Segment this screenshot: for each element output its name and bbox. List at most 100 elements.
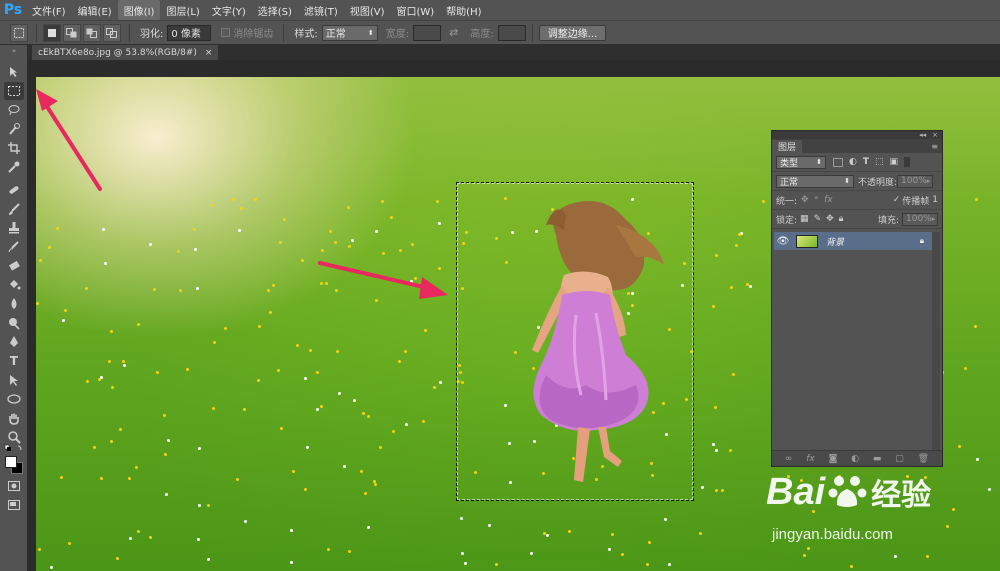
swap-icon[interactable]: ⇄ bbox=[449, 26, 458, 39]
move-tool-icon[interactable] bbox=[4, 63, 24, 81]
collapse-panel-icon[interactable]: ◂◂ bbox=[919, 131, 926, 139]
lock-fill-row: 锁定: ▦ ✎ ✥ 🔒︎ 填充: 100% ▸ bbox=[772, 210, 942, 229]
spot-healing-tool-icon[interactable] bbox=[4, 181, 24, 199]
history-brush-tool-icon[interactable] bbox=[4, 238, 24, 256]
flower-speck bbox=[84, 287, 88, 291]
flower-speck bbox=[231, 198, 235, 202]
lock-all-icon[interactable]: 🔒︎ bbox=[839, 214, 844, 224]
fill-input[interactable]: 100% ▸ bbox=[902, 212, 938, 226]
ellipse-tool-icon[interactable] bbox=[4, 390, 24, 408]
flower-speck bbox=[135, 466, 139, 470]
style-select[interactable]: 正常 ⬍ bbox=[321, 24, 378, 41]
brush-tool-icon[interactable] bbox=[4, 200, 24, 218]
eyedropper-tool-icon[interactable] bbox=[4, 158, 24, 176]
filter-adjustment-icon[interactable]: ◐ bbox=[849, 157, 857, 167]
eye-icon[interactable]: 👁︎ bbox=[774, 236, 792, 247]
flower-speck bbox=[162, 413, 166, 417]
antialias-checkbox[interactable] bbox=[221, 28, 231, 37]
lock-transparency-icon[interactable]: ▦ bbox=[800, 214, 809, 224]
adjustment-layer-icon[interactable]: ◐ bbox=[851, 454, 859, 464]
opacity-input[interactable]: 100% ▸ bbox=[897, 174, 934, 188]
flower-speck bbox=[236, 478, 240, 482]
screen-mode-icon[interactable] bbox=[4, 496, 24, 514]
lock-pixels-icon[interactable]: ✎ bbox=[814, 214, 822, 224]
menu-type[interactable]: 文字(Y) bbox=[206, 0, 252, 20]
new-group-icon[interactable]: ▬ bbox=[873, 454, 882, 464]
filter-type-icon[interactable]: T bbox=[863, 157, 869, 167]
chevron-updown-icon: ⬍ bbox=[816, 158, 822, 166]
unify-style-icon[interactable]: fx bbox=[824, 195, 833, 205]
flower-speck bbox=[374, 230, 378, 234]
type-tool-icon[interactable]: T bbox=[4, 352, 24, 370]
blur-tool-icon[interactable] bbox=[4, 295, 24, 313]
flower-speck bbox=[645, 563, 649, 567]
height-input[interactable] bbox=[497, 24, 526, 41]
rectangular-marquee-tool-icon[interactable] bbox=[4, 82, 24, 100]
flower-speck bbox=[729, 285, 733, 289]
menu-edit[interactable]: 编辑(E) bbox=[72, 0, 118, 20]
filter-pixel-icon[interactable] bbox=[833, 157, 843, 167]
tab-layers[interactable]: 图层 bbox=[772, 140, 803, 153]
menu-layer[interactable]: 图层(L) bbox=[160, 0, 205, 20]
add-mask-icon[interactable]: ◙ bbox=[829, 454, 838, 464]
flower-speck bbox=[423, 328, 427, 332]
default-colors-icon[interactable] bbox=[4, 444, 24, 454]
filter-kind-select[interactable]: 类型 ⬍ bbox=[776, 155, 826, 169]
height-label: 高度: bbox=[470, 29, 494, 40]
quick-selection-tool-icon[interactable] bbox=[4, 120, 24, 138]
eraser-tool-icon[interactable] bbox=[4, 257, 24, 275]
crop-tool-icon[interactable] bbox=[4, 139, 24, 157]
menu-filter[interactable]: 滤镜(T) bbox=[298, 0, 344, 20]
path-selection-tool-icon[interactable] bbox=[4, 371, 24, 389]
marquee-tool-preset-icon[interactable] bbox=[10, 23, 28, 42]
add-to-selection-icon[interactable] bbox=[63, 23, 81, 42]
unify-visibility-icon[interactable]: ᵃ bbox=[815, 195, 819, 205]
dodge-tool-icon[interactable] bbox=[4, 314, 24, 332]
filter-smart-object-icon[interactable]: ▣ bbox=[890, 157, 899, 167]
delete-layer-icon[interactable]: 🗑︎ bbox=[918, 454, 929, 464]
blend-mode-select[interactable]: 正常 ⬍ bbox=[776, 174, 854, 188]
chevron-right-icon: ▸ bbox=[931, 215, 936, 223]
menu-select[interactable]: 选择(S) bbox=[252, 0, 298, 20]
unify-position-icon[interactable]: ✥ bbox=[801, 195, 809, 205]
menu-file[interactable]: 文件(F) bbox=[26, 0, 72, 20]
foreground-color-swatch[interactable] bbox=[5, 456, 17, 468]
paint-bucket-tool-icon[interactable] bbox=[4, 276, 24, 294]
propagate-check-icon[interactable]: ✓ bbox=[893, 195, 901, 205]
layer-name[interactable]: 背景 bbox=[826, 235, 844, 248]
filter-shape-icon[interactable]: ⬚ bbox=[875, 157, 884, 167]
layers-scrollbar[interactable] bbox=[932, 232, 940, 450]
menu-help[interactable]: 帮助(H) bbox=[440, 0, 487, 20]
flower-speck bbox=[244, 520, 248, 524]
rectangular-selection[interactable] bbox=[456, 182, 694, 501]
lasso-tool-icon[interactable] bbox=[4, 101, 24, 119]
pen-tool-icon[interactable] bbox=[4, 333, 24, 351]
link-layers-icon[interactable]: ∞ bbox=[785, 454, 793, 464]
menu-view[interactable]: 视图(V) bbox=[344, 0, 391, 20]
lock-position-icon[interactable]: ✥ bbox=[826, 214, 834, 224]
flower-speck bbox=[353, 399, 357, 403]
flower-speck bbox=[166, 438, 170, 442]
hand-tool-icon[interactable] bbox=[4, 409, 24, 427]
document-tab[interactable]: cEkBTX6e8o.jpg @ 53.8%(RGB/8#) × bbox=[32, 45, 219, 60]
clone-stamp-tool-icon[interactable] bbox=[4, 219, 24, 237]
new-selection-icon[interactable] bbox=[43, 23, 61, 42]
collapse-panel-icon[interactable]: » bbox=[4, 47, 24, 55]
width-input[interactable] bbox=[413, 24, 442, 41]
layer-row-background[interactable]: 👁︎ 背景 🔒︎ bbox=[774, 232, 932, 250]
flower-speck bbox=[128, 537, 132, 541]
filter-toggle-icon[interactable] bbox=[904, 157, 911, 167]
menu-window[interactable]: 窗口(W) bbox=[390, 0, 440, 20]
new-layer-icon[interactable]: ▢ bbox=[895, 454, 904, 464]
refine-edge-button[interactable]: 调整边缘... bbox=[538, 24, 607, 41]
panel-menu-icon[interactable]: ≡ bbox=[931, 142, 942, 153]
quick-mask-icon[interactable] bbox=[4, 477, 24, 495]
intersect-selection-icon[interactable] bbox=[103, 23, 121, 42]
layer-style-icon[interactable]: fx bbox=[806, 454, 815, 464]
menu-image[interactable]: 图像(I) bbox=[117, 0, 161, 20]
flower-speck bbox=[714, 449, 718, 453]
close-panel-icon[interactable]: × bbox=[932, 131, 938, 139]
close-tab-icon[interactable]: × bbox=[205, 48, 213, 58]
feather-input[interactable]: 0 像素 bbox=[167, 24, 212, 41]
subtract-from-selection-icon[interactable] bbox=[83, 23, 101, 42]
